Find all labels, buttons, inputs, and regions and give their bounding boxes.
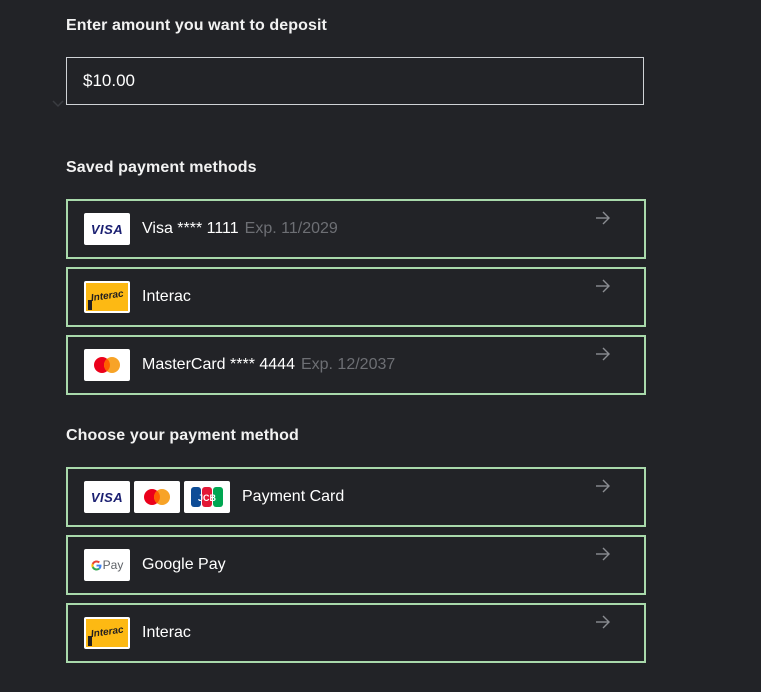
- google-pay-logo-icon: Pay: [84, 549, 130, 581]
- saved-method-interac[interactable]: Interac Interac: [66, 267, 646, 327]
- deposit-page: Enter amount you want to deposit Saved p…: [0, 0, 761, 692]
- saved-method-label: Visa **** 1111 Exp. 11/2029: [142, 220, 338, 238]
- saved-method-expiry: Exp. 12/2037: [300, 356, 396, 373]
- svg-text:JCB: JCB: [198, 493, 217, 503]
- saved-methods-title: Saved payment methods: [66, 159, 257, 176]
- arrow-right-icon: [596, 615, 610, 629]
- saved-method-label: MasterCard **** 4444 Exp. 12/2037: [142, 356, 395, 374]
- payment-method-google-pay[interactable]: Pay Google Pay: [66, 535, 646, 595]
- payment-logos: Interac: [84, 617, 130, 649]
- payment-logos: Interac: [84, 281, 130, 313]
- payment-method-name: Interac: [142, 624, 191, 641]
- payment-method-interac[interactable]: Interac Interac: [66, 603, 646, 663]
- mastercard-logo-icon: [134, 481, 180, 513]
- deposit-amount-title: Enter amount you want to deposit: [66, 17, 327, 34]
- payment-method-name: Payment Card: [242, 488, 345, 505]
- deposit-amount-input[interactable]: [66, 57, 644, 105]
- payment-method-label: Google Pay: [142, 556, 226, 574]
- visa-logo-icon: VISA: [84, 213, 130, 245]
- visa-logo-icon: VISA: [84, 481, 130, 513]
- interac-logo-icon: Interac: [84, 281, 130, 313]
- arrow-right-icon: [596, 479, 610, 493]
- payment-logos: Pay: [84, 549, 130, 581]
- jcb-logo-icon: JCB: [184, 481, 230, 513]
- payment-method-label: Payment Card: [242, 488, 344, 506]
- payment-logos: [84, 349, 130, 381]
- saved-method-name: Visa **** 1111: [142, 220, 239, 237]
- payment-logos: VISA JCB: [84, 481, 230, 513]
- choose-method-title: Choose your payment method: [66, 427, 299, 444]
- payment-method-card[interactable]: VISA JCB Payment Card: [66, 467, 646, 527]
- google-g-icon: [91, 560, 102, 570]
- arrow-right-icon: [596, 211, 610, 225]
- saved-method-name: MasterCard **** 4444: [142, 356, 295, 373]
- saved-method-mastercard[interactable]: MasterCard **** 4444 Exp. 12/2037: [66, 335, 646, 395]
- saved-method-expiry: Exp. 11/2029: [244, 220, 338, 237]
- arrow-right-icon: [596, 547, 610, 561]
- saved-method-name: Interac: [142, 288, 191, 305]
- arrow-right-icon: [596, 279, 610, 293]
- payment-method-label: Interac: [142, 624, 191, 642]
- payment-method-name: Google Pay: [142, 556, 226, 573]
- arrow-right-icon: [596, 347, 610, 361]
- saved-method-visa[interactable]: VISA Visa **** 1111 Exp. 11/2029: [66, 199, 646, 259]
- interac-logo-icon: Interac: [84, 617, 130, 649]
- chevron-down-icon: [52, 100, 64, 108]
- saved-method-label: Interac: [142, 288, 191, 306]
- payment-logos: VISA: [84, 213, 130, 245]
- mastercard-logo-icon: [84, 349, 130, 381]
